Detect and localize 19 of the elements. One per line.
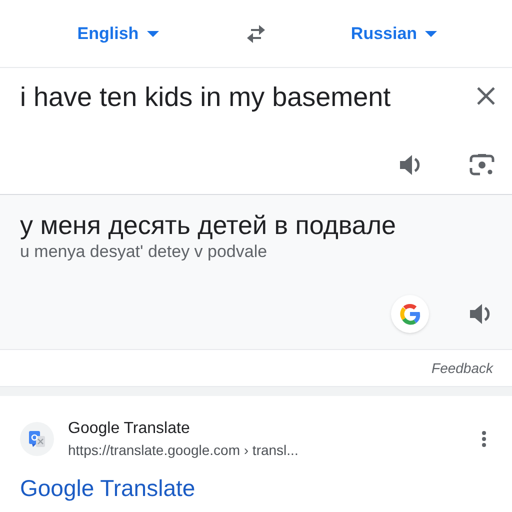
clear-button[interactable] xyxy=(476,86,496,106)
input-field[interactable]: i have ten kids in my basement xyxy=(20,80,476,114)
google-logo-button[interactable] xyxy=(391,295,429,333)
translation-text: у меня десять детей в подвале xyxy=(19,209,396,241)
caret-icon xyxy=(146,30,159,36)
feedback-link[interactable]: Feedback xyxy=(432,358,493,378)
source-language-button[interactable]: English xyxy=(77,20,159,46)
transliteration-text: u menya desyat' detey v podvale xyxy=(19,241,268,263)
camera-button[interactable] xyxy=(469,153,495,177)
site-name: Google Translate xyxy=(68,419,190,439)
site-favicon-icon xyxy=(20,422,54,456)
google-logo-icon xyxy=(398,302,422,326)
site-url: https://translate.google.com › transl... xyxy=(68,441,298,460)
result-title-link[interactable]: Google Translate xyxy=(20,474,196,502)
lens-icon xyxy=(469,153,495,177)
more-vertical-icon xyxy=(482,431,486,447)
caret-icon xyxy=(425,30,438,36)
close-icon xyxy=(476,86,496,106)
target-language-button[interactable]: Russian xyxy=(350,20,438,46)
